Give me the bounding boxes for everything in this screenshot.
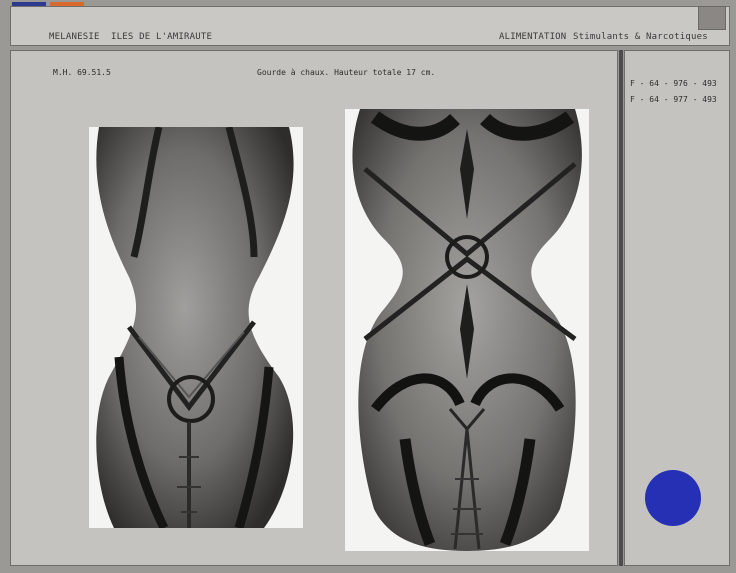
photo-panel: M.H. 69.51.5 Gourde à chaux. Hauteur tot… (10, 50, 618, 566)
region-label: MELANESIE (49, 32, 100, 42)
panel-divider (619, 50, 623, 566)
subcategory-label: Stimulants & Narcotiques (573, 32, 708, 42)
gourd-photo-left (89, 127, 303, 528)
photo-ref-2: F - 64 - 977 - 493 (630, 95, 717, 104)
gourd-right-image (352, 109, 582, 551)
reference-panel: F - 64 - 976 - 493 F - 64 - 977 - 493 (624, 50, 730, 566)
blue-marker-dot (645, 470, 701, 526)
corner-tab (698, 6, 726, 30)
photo-ref-1: F - 64 - 976 - 493 (630, 79, 717, 88)
inventory-number: M.H. 69.51.5 (53, 68, 111, 77)
object-description: Gourde à chaux. Hauteur totale 17 cm. (257, 68, 436, 77)
category-label: ALIMENTATION (499, 32, 567, 42)
location-label: ILES DE L'AMIRAUTE (111, 32, 213, 42)
gourd-left-image (96, 127, 294, 528)
card-header: MELANESIE ILES DE L'AMIRAUTE ALIMENTATIO… (10, 6, 730, 46)
gourd-photo-right (345, 109, 589, 551)
